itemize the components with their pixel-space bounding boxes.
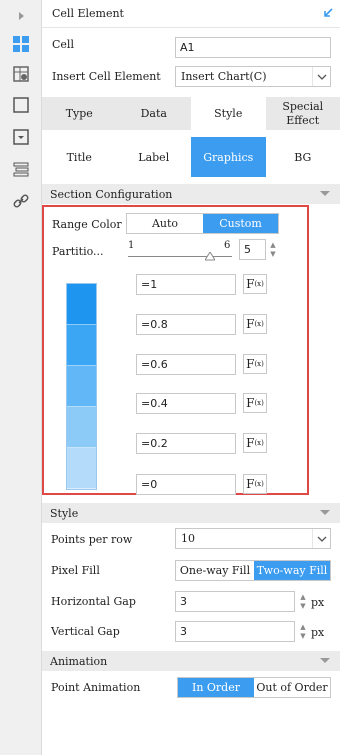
insert-select[interactable]: Insert Chart(C) (175, 66, 331, 87)
formula-sub: (x) (254, 439, 264, 447)
color-range-bar (66, 283, 97, 490)
point-animation-toggle: In Order Out of Order (177, 677, 331, 698)
up-arrow-icon: ▲ (300, 622, 306, 631)
cell-attribute-icon[interactable] (9, 62, 33, 86)
collapse-arrow-icon[interactable] (322, 7, 334, 22)
points-per-row-label: Points per row (51, 533, 133, 546)
horizontal-gap-stepper[interactable]: ▲ ▼ (297, 591, 309, 612)
color-band[interactable] (67, 284, 96, 325)
section-config-header[interactable]: Section Configuration (42, 184, 340, 204)
formula-button[interactable]: F (x) (243, 433, 267, 453)
top-tabs: Type Data Style Special Effect (42, 97, 340, 130)
widget-icon[interactable] (9, 125, 33, 149)
horizontal-gap-input[interactable]: 3 (175, 591, 295, 612)
horizontal-gap-label: Horizontal Gap (51, 595, 136, 608)
formula-sub: (x) (254, 320, 264, 328)
range-input[interactable]: =1 (136, 274, 236, 295)
insert-row: Insert Cell Element (52, 70, 161, 83)
formula-f: F (246, 317, 255, 331)
chevron-down-icon (312, 529, 330, 548)
color-band[interactable] (67, 325, 96, 366)
formula-button[interactable]: F (x) (243, 474, 267, 494)
animation-title: Animation (50, 654, 108, 668)
section-config-title: Section Configuration (50, 187, 173, 201)
tab-style[interactable]: Style (191, 97, 266, 130)
tab-title[interactable]: Title (42, 137, 117, 177)
horizontal-gap-unit: px (311, 596, 325, 609)
left-toolbar (0, 0, 42, 755)
tab-type[interactable]: Type (42, 97, 117, 130)
points-per-row-value: 10 (181, 532, 195, 545)
range-input[interactable]: =0.2 (136, 433, 236, 454)
range-input[interactable]: =0 (136, 474, 236, 495)
formula-sub: (x) (254, 480, 264, 488)
collapse-caret-icon (320, 658, 330, 663)
points-per-row-select[interactable]: 10 (175, 528, 331, 549)
vertical-gap-label: Vertical Gap (51, 625, 120, 638)
down-arrow-icon: ▼ (300, 601, 306, 610)
formula-button[interactable]: F (x) (243, 274, 267, 294)
tab-data[interactable]: Data (117, 97, 192, 130)
color-band[interactable] (67, 366, 96, 407)
cell-label: Cell (52, 38, 74, 51)
insert-label: Insert Cell Element (52, 70, 161, 83)
list-icon[interactable] (9, 157, 33, 181)
collapse-caret-icon (320, 191, 330, 196)
insert-select-value: Insert Chart(C) (181, 70, 267, 83)
cell-input[interactable]: A1 (175, 37, 331, 58)
hyperlink-icon[interactable] (9, 189, 33, 213)
tab-special-effect[interactable]: Special Effect (266, 97, 340, 130)
tab-label[interactable]: Label (117, 137, 192, 177)
pixel-fill-label: Pixel Fill (51, 564, 100, 577)
formula-sub: (x) (254, 399, 264, 407)
vertical-gap-stepper[interactable]: ▲ ▼ (297, 621, 309, 642)
panel-title: Cell Element (52, 7, 124, 20)
out-of-order-option[interactable]: Out of Order (254, 678, 330, 697)
style-title: Style (50, 506, 79, 520)
style-header[interactable]: Style (42, 503, 340, 523)
frame-icon[interactable] (9, 93, 33, 117)
sub-tabs: Title Label Graphics BG (42, 137, 340, 177)
range-input[interactable]: =0.8 (136, 314, 236, 335)
collapse-caret-icon (320, 510, 330, 515)
tab-graphics[interactable]: Graphics (191, 137, 266, 177)
formula-f: F (246, 357, 255, 371)
vertical-gap-input[interactable]: 3 (175, 621, 295, 642)
formula-f: F (246, 477, 255, 491)
cell-row: Cell (52, 38, 74, 51)
expand-arrow-icon[interactable] (9, 4, 33, 28)
one-way-fill-option[interactable]: One-way Fill (176, 561, 254, 580)
range-input[interactable]: =0.6 (136, 354, 236, 375)
formula-f: F (246, 436, 255, 450)
in-order-option[interactable]: In Order (178, 678, 254, 697)
color-band[interactable] (67, 448, 96, 489)
vertical-gap-unit: px (311, 626, 325, 639)
down-arrow-icon: ▼ (300, 631, 306, 640)
point-animation-label: Point Animation (51, 681, 141, 694)
formula-button[interactable]: F (x) (243, 393, 267, 413)
formula-button[interactable]: F (x) (243, 354, 267, 374)
chevron-down-icon (312, 67, 330, 86)
formula-sub: (x) (254, 280, 264, 288)
formula-sub: (x) (254, 360, 264, 368)
pixel-fill-toggle: One-way Fill Two-way Fill (175, 560, 331, 581)
panel-header: Cell Element (42, 0, 340, 28)
formula-button[interactable]: F (x) (243, 314, 267, 334)
formula-f: F (246, 396, 255, 410)
up-arrow-icon: ▲ (300, 592, 306, 601)
formula-f: F (246, 277, 255, 291)
cell-element-icon[interactable] (9, 32, 33, 56)
tab-bg[interactable]: BG (266, 137, 340, 177)
color-band[interactable] (67, 407, 96, 448)
two-way-fill-option[interactable]: Two-way Fill (253, 561, 330, 580)
range-input[interactable]: =0.4 (136, 393, 236, 414)
animation-header[interactable]: Animation (42, 651, 340, 671)
